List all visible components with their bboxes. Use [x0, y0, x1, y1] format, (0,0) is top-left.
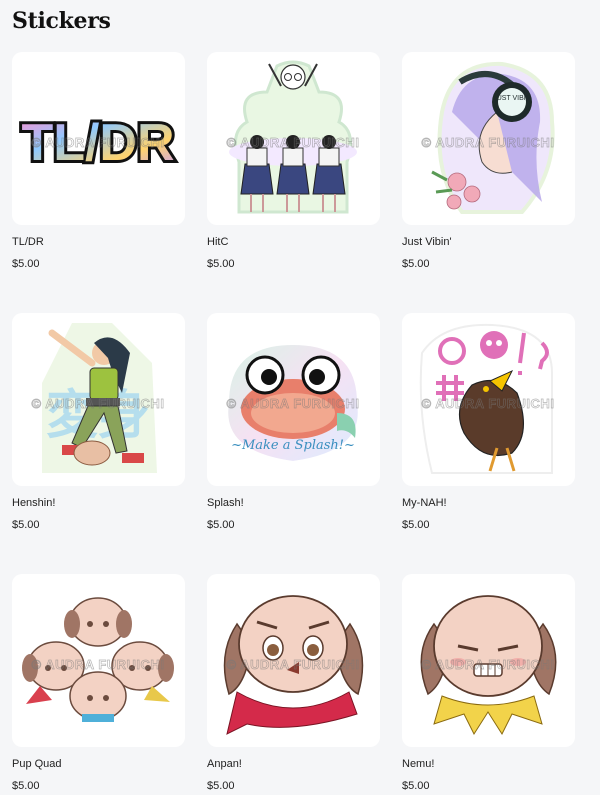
product-name[interactable]: HitC [207, 236, 380, 248]
product-image[interactable]: © AUDRA FURUICHI [207, 52, 380, 225]
product-image[interactable]: © AUDRA FURUICHI [12, 574, 185, 747]
product-card-henshin[interactable]: 変身 © AUDRA FURUICHI Henshin! $5.00 [12, 313, 185, 531]
product-name[interactable]: Splash! [207, 497, 380, 509]
watermark: © AUDRA FURUICHI [422, 135, 555, 150]
hitc-sticker-art: © AUDRA FURUICHI [226, 60, 360, 214]
sticker-art-text: ~Make a Splash!~ [231, 438, 355, 453]
product-image[interactable]: 変身 © AUDRA FURUICHI [12, 313, 185, 486]
product-image[interactable]: JUST VIBIN © AUDRA FURUICHI [402, 52, 575, 225]
product-price: $5.00 [12, 258, 40, 270]
just-vibin-sticker-art: JUST VIBIN © AUDRA FURUICHI [421, 61, 555, 214]
sticker-art-text: JUST VIBIN [493, 95, 531, 102]
product-card-anpan[interactable]: © AUDRA FURUICHI Anpan! $5.00 [207, 574, 380, 792]
product-name[interactable]: Henshin! [12, 497, 185, 509]
watermark: © AUDRA FURUICHI [227, 657, 360, 672]
product-image[interactable]: © AUDRA FURUICHI [207, 574, 380, 747]
product-image[interactable]: TL/DR © AUDRA FURUICHI [12, 52, 185, 225]
product-price: $5.00 [207, 780, 235, 792]
product-price: $5.00 [12, 519, 40, 531]
henshin-sticker-art: 変身 © AUDRA FURUICHI [31, 323, 165, 473]
product-card-my-nah[interactable]: © AUDRA FURUICHI My-NAH! $5.00 [402, 313, 575, 531]
product-name[interactable]: Nemu! [402, 758, 575, 770]
product-price: $5.00 [12, 780, 40, 792]
product-name[interactable]: Just Vibin' [402, 236, 575, 248]
product-image[interactable]: © AUDRA FURUICHI [402, 313, 575, 486]
product-price: $5.00 [207, 258, 235, 270]
product-name[interactable]: TL/DR [12, 236, 185, 248]
watermark: © AUDRA FURUICHI [227, 396, 360, 411]
product-card-splash[interactable]: ~Make a Splash!~ © AUDRA FURUICHI Splash… [207, 313, 380, 531]
watermark: © AUDRA FURUICHI [227, 135, 360, 150]
nemu-sticker-art: © AUDRA FURUICHI [420, 595, 557, 736]
product-card-hitc[interactable]: © AUDRA FURUICHI HitC $5.00 [207, 52, 380, 270]
page-title: Stickers [12, 8, 111, 34]
my-nah-sticker-art: © AUDRA FURUICHI [419, 323, 555, 474]
product-price: $5.00 [207, 519, 235, 531]
product-name[interactable]: Anpan! [207, 758, 380, 770]
product-card-tldr[interactable]: TL/DR © AUDRA FURUICHI TL/DR $5.00 [12, 52, 185, 270]
product-price: $5.00 [402, 519, 430, 531]
product-card-nemu[interactable]: © AUDRA FURUICHI Nemu! $5.00 [402, 574, 575, 792]
product-image[interactable]: ~Make a Splash!~ © AUDRA FURUICHI [207, 313, 380, 486]
watermark: © AUDRA FURUICHI [422, 657, 555, 672]
product-price: $5.00 [402, 258, 430, 270]
splash-sticker-art: ~Make a Splash!~ © AUDRA FURUICHI [224, 340, 362, 466]
product-image[interactable]: © AUDRA FURUICHI [402, 574, 575, 747]
product-name[interactable]: Pup Quad [12, 758, 185, 770]
pup-quad-sticker-art: © AUDRA FURUICHI [22, 597, 174, 722]
watermark: © AUDRA FURUICHI [32, 657, 165, 672]
watermark: © AUDRA FURUICHI [32, 135, 165, 150]
tldr-sticker-art: TL/DR © AUDRA FURUICHI [18, 111, 177, 175]
product-card-just-vibin[interactable]: JUST VIBIN © AUDRA FURUICHI Just Vibin' … [402, 52, 575, 270]
product-name[interactable]: My-NAH! [402, 497, 575, 509]
watermark: © AUDRA FURUICHI [422, 396, 555, 411]
anpan-sticker-art: © AUDRA FURUICHI [223, 595, 364, 735]
watermark: © AUDRA FURUICHI [32, 396, 165, 411]
product-card-pup-quad[interactable]: © AUDRA FURUICHI Pup Quad $5.00 [12, 574, 185, 792]
product-price: $5.00 [402, 780, 430, 792]
